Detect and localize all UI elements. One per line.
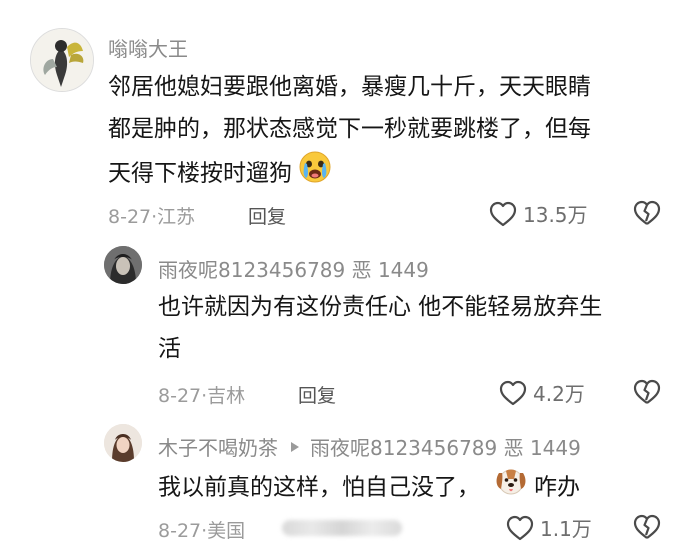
- comment-author[interactable]: 嗡嗡大王: [108, 33, 188, 62]
- comment-text: 也许就因为有这份责任心 他不能轻易放弃生 活: [158, 286, 678, 370]
- comment-text-suffix: 咋办: [534, 474, 580, 501]
- comment-date: 8-27: [108, 206, 152, 228]
- reply-to-author[interactable]: 雨夜呢8123456789 恶 1449: [310, 432, 581, 461]
- dislike-button[interactable]: [632, 378, 662, 410]
- avatar-illustration: [31, 29, 93, 91]
- comment-location: 江苏: [157, 206, 196, 228]
- comment-text-line: 都是肿的，那状态感觉下一秒就要跳楼了，但每: [108, 116, 591, 142]
- dog-face-emoji: [494, 465, 528, 511]
- dislike-button[interactable]: [632, 513, 662, 545]
- like-count: 4.2万: [533, 382, 585, 406]
- comment-author[interactable]: 雨夜呢8123456789 恶 1449: [158, 254, 429, 283]
- reply-button[interactable]: 回复: [248, 202, 286, 229]
- comment-meta: 8-27·江苏: [108, 202, 195, 229]
- comment-author: 木子不喝奶茶 雨夜呢8123456789 恶 1449: [158, 432, 581, 461]
- comment-date: 8-27: [158, 520, 202, 542]
- dislike-button[interactable]: [632, 199, 662, 231]
- broken-heart-icon: [633, 200, 661, 225]
- avatar[interactable]: [30, 28, 94, 92]
- avatar-illustration: [104, 424, 142, 462]
- triangle-right-icon: [291, 441, 299, 452]
- comment-location: 美国: [207, 520, 246, 542]
- comment-date: 8-27: [158, 385, 202, 407]
- broken-heart-icon: [633, 379, 661, 404]
- avatar[interactable]: [104, 246, 142, 284]
- like-button[interactable]: 1.1万: [505, 513, 592, 542]
- heart-outline-icon: [506, 515, 534, 540]
- avatar-illustration: [104, 246, 142, 284]
- comment-author-name[interactable]: 木子不喝奶茶: [158, 432, 278, 461]
- comment-text-line: 天得下楼按时遛狗: [108, 150, 678, 198]
- comment-text-content: 我以前真的这样，怕自己没了，: [158, 474, 480, 501]
- like-count: 13.5万: [523, 203, 588, 227]
- comment-location: 吉林: [207, 385, 246, 407]
- like-count: 1.1万: [540, 517, 592, 541]
- blurred-watermark: [282, 520, 402, 536]
- comment-text: 邻居他媳妇要跟他离婚，暴瘦几十斤，天天眼睛 都是肿的，那状态感觉下一秒就要跳楼了…: [108, 66, 678, 198]
- comment-text-line: 活: [158, 336, 181, 362]
- reply-button[interactable]: 回复: [298, 381, 336, 408]
- comment-meta: 8-27·美国: [158, 516, 245, 543]
- like-button[interactable]: 13.5万: [488, 199, 588, 228]
- heart-outline-icon: [499, 380, 527, 405]
- heart-outline-icon: [489, 201, 517, 226]
- comment-text-line: 邻居他媳妇要跟他离婚，暴瘦几十斤，天天眼睛: [108, 74, 591, 100]
- comment-meta: 8-27·吉林: [158, 381, 245, 408]
- crying-face-emoji: [298, 150, 332, 198]
- broken-heart-icon: [633, 514, 661, 539]
- comment-text-line: 也许就因为有这份责任心 他不能轻易放弃生: [158, 294, 603, 320]
- comment-text-line-content: 天得下楼按时遛狗: [108, 160, 292, 187]
- avatar[interactable]: [104, 424, 142, 462]
- comment-text: 我以前真的这样，怕自己没了， 咋办: [158, 465, 678, 511]
- like-button[interactable]: 4.2万: [498, 378, 585, 407]
